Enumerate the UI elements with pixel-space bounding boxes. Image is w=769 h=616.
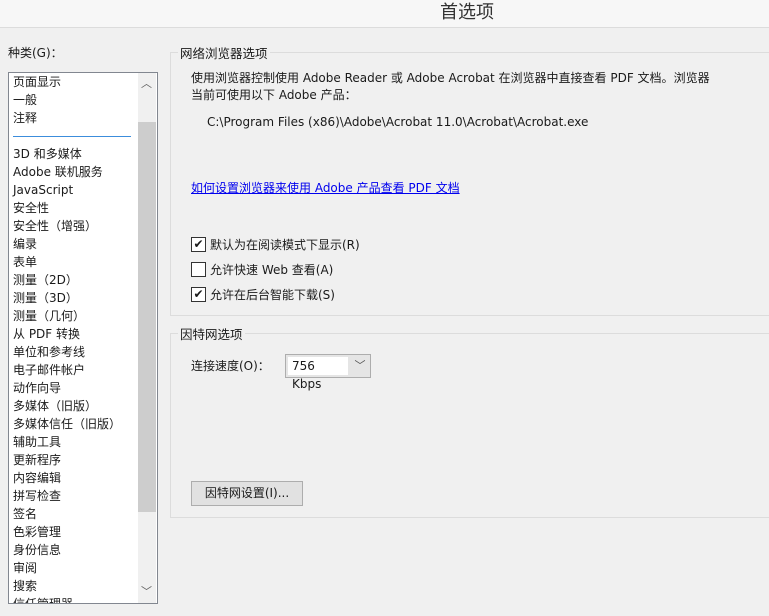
- category-item[interactable]: 单位和参考线: [9, 343, 157, 361]
- category-item[interactable]: 色彩管理: [9, 523, 157, 541]
- category-item[interactable]: 辅助工具: [9, 433, 157, 451]
- category-item[interactable]: 多媒体信任（旧版）: [9, 415, 157, 433]
- internet-options-group: 因特网选项 连接速度(O)： 756 Kbps ﹀ 因特网设置(I)...: [170, 324, 769, 518]
- window-title: 首选项: [440, 2, 494, 23]
- category-item[interactable]: 注释: [9, 109, 157, 127]
- categories-list[interactable]: 页面显示 一般 注释 3D 和多媒体 Adobe 联机服务 JavaScript 安全性安…: [8, 72, 158, 604]
- browser-options-group: 网络浏览器选项 使用浏览器控制使用 Adobe Reader 或 Adobe A…: [170, 43, 769, 316]
- scroll-down-icon[interactable]: ﹀: [141, 583, 152, 599]
- category-item[interactable]: 表单: [9, 253, 157, 271]
- category-item[interactable]: 更新程序: [9, 451, 157, 469]
- category-item[interactable]: 审阅: [9, 559, 157, 577]
- category-item[interactable]: 信任管理器: [9, 595, 157, 603]
- internet-settings-button[interactable]: 因特网设置(I)...: [191, 481, 303, 506]
- checkbox-background-download[interactable]: ✔ 允许在后台智能下载(S): [191, 286, 335, 303]
- scroll-up-icon[interactable]: ︿: [141, 75, 152, 91]
- category-item[interactable]: 测量（2D）: [9, 271, 157, 289]
- category-item[interactable]: 身份信息: [9, 541, 157, 559]
- categories-label: 种类(G)：: [8, 46, 63, 60]
- category-item[interactable]: JavaScript: [9, 181, 157, 199]
- checkbox-fast-web-view[interactable]: 允许快速 Web 查看(A): [191, 261, 333, 278]
- category-item[interactable]: 内容编辑: [9, 469, 157, 487]
- internet-options-title: 因特网选项: [178, 324, 245, 343]
- category-item[interactable]: 一般: [9, 91, 157, 109]
- category-item[interactable]: 搜索: [9, 577, 157, 595]
- checkbox-icon[interactable]: ✔: [191, 287, 206, 302]
- category-item[interactable]: 3D 和多媒体: [9, 145, 157, 163]
- category-item[interactable]: 安全性（增强）: [9, 217, 157, 235]
- connection-speed-select[interactable]: 756 Kbps ﹀: [285, 354, 371, 391]
- category-item[interactable]: 拼写检查: [9, 487, 157, 505]
- category-item[interactable]: 测量（3D）: [9, 289, 157, 307]
- category-item[interactable]: 编录: [9, 235, 157, 253]
- checkbox-icon[interactable]: ✔: [191, 237, 206, 252]
- title-bar: 首选项: [0, 0, 769, 28]
- category-item[interactable]: 电子邮件帐户: [9, 361, 157, 379]
- speed-label: 连接速度(O)：: [191, 359, 270, 373]
- category-item[interactable]: 动作向导: [9, 379, 157, 397]
- browser-description: 使用浏览器控制使用 Adobe Reader 或 Adobe Acrobat 在…: [191, 71, 710, 102]
- category-item[interactable]: Adobe 联机服务: [9, 163, 157, 181]
- category-item[interactable]: 从 PDF 转换: [9, 325, 157, 343]
- browser-help-link[interactable]: 如何设置浏览器来使用 Adobe 产品查看 PDF 文档: [191, 179, 460, 196]
- chevron-down-icon: ﹀: [354, 359, 366, 372]
- category-item[interactable]: 安全性: [9, 199, 157, 217]
- list-scrollbar[interactable]: ︿ ﹀: [138, 73, 156, 603]
- list-separator: [13, 136, 131, 137]
- category-item[interactable]: 测量（几何）: [9, 307, 157, 325]
- category-item[interactable]: 页面显示: [9, 73, 157, 91]
- product-path: C:\Program Files (x86)\Adobe\Acrobat 11.…: [207, 115, 589, 129]
- checkbox-icon[interactable]: [191, 262, 206, 277]
- browser-options-title: 网络浏览器选项: [178, 43, 270, 62]
- scroll-thumb[interactable]: [138, 122, 156, 512]
- category-item[interactable]: 多媒体（旧版）: [9, 397, 157, 415]
- category-item[interactable]: 签名: [9, 505, 157, 523]
- checkbox-reading-mode[interactable]: ✔ 默认为在阅读模式下显示(R): [191, 236, 360, 253]
